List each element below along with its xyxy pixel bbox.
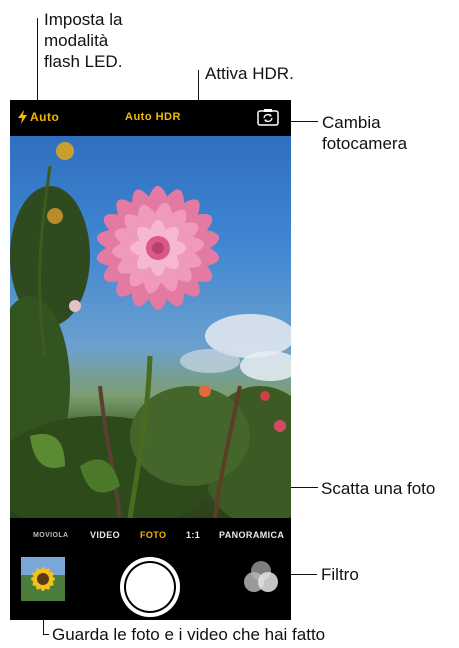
hdr-callout: Attiva HDR. [205, 64, 294, 83]
mode-video[interactable]: VIDEO [90, 530, 120, 540]
filter-circles-icon [244, 561, 278, 592]
filter-button[interactable] [243, 559, 279, 595]
flash-label: Auto [30, 110, 60, 124]
mode-selector[interactable]: MOVIOLA VIDEO FOTO 1:1 PANORAMICA [10, 530, 291, 546]
flash-callout: Imposta la modalità flash LED. [44, 10, 123, 71]
mode-moviola[interactable]: MOVIOLA [33, 532, 68, 539]
flash-leader-line [37, 18, 38, 110]
dahlia-photo [10, 142, 291, 518]
mode-foto[interactable]: FOTO [140, 530, 166, 540]
camera-switch-callout: Cambia fotocamera [322, 113, 408, 153]
filter-callout: Filtro [321, 565, 359, 584]
sunflower-thumbnail-image [21, 557, 65, 601]
lightning-icon [18, 110, 27, 124]
camera-top-bar: Auto Auto HDR [10, 100, 291, 136]
shutter-callout: Scatta una foto [321, 479, 436, 498]
shutter-button[interactable] [120, 557, 180, 617]
camera-bottom-bar: MOVIOLA VIDEO FOTO 1:1 PANORAMICA [10, 518, 291, 620]
camera-screen: Auto Auto HDR MOVIOLA VIDEO FOTO 1:1 PAN… [10, 100, 291, 620]
flash-button[interactable]: Auto [18, 110, 59, 124]
camera-switch-button[interactable] [257, 108, 279, 126]
camera-switch-icon [257, 109, 279, 126]
viewfinder[interactable] [10, 136, 291, 518]
camera-switch-leader-line [290, 121, 318, 122]
thumbnail-leader-horizontal [43, 634, 49, 635]
thumbnail-callout: Guarda le foto e i video che hai fatto [52, 625, 326, 644]
hdr-button[interactable]: Auto HDR [125, 111, 181, 123]
last-photo-thumbnail[interactable] [21, 557, 65, 601]
mode-panoramica[interactable]: PANORAMICA [219, 530, 284, 540]
mode-square[interactable]: 1:1 [186, 530, 200, 540]
